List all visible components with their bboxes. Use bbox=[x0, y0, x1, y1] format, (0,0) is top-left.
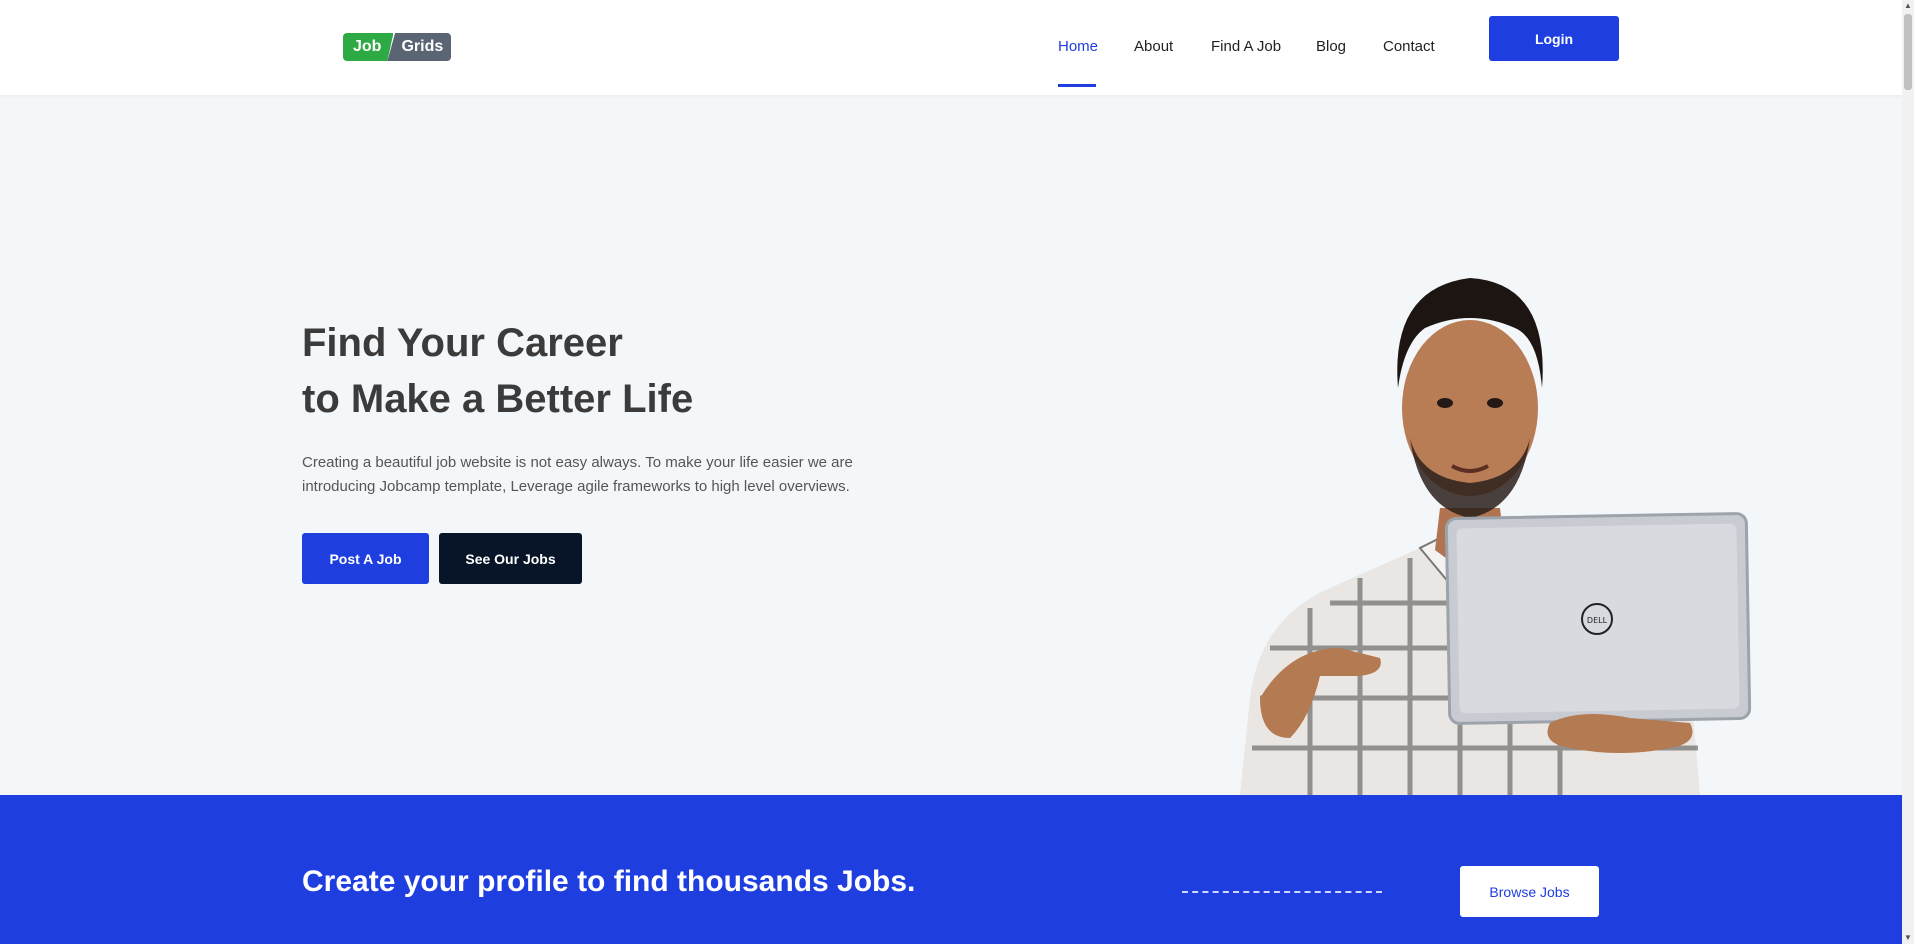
nav-item-home[interactable]: Home bbox=[1058, 38, 1098, 55]
logo-job-text: Job bbox=[343, 33, 394, 61]
hero-description: Creating a beautiful job website is not … bbox=[302, 454, 853, 495]
hero-person-with-laptop-image: DELL bbox=[1240, 278, 1752, 795]
scrollbar-thumb[interactable] bbox=[1904, 14, 1912, 90]
nav-item-blog[interactable]: Blog bbox=[1316, 38, 1346, 55]
see-our-jobs-button[interactable]: See Our Jobs bbox=[439, 533, 582, 584]
active-nav-indicator bbox=[1058, 84, 1096, 87]
login-button[interactable]: Login bbox=[1489, 16, 1619, 61]
cta-banner: Create your profile to find thousands Jo… bbox=[0, 795, 1902, 944]
hero-title-line-1: Find Your Career bbox=[302, 321, 623, 365]
svg-text:DELL: DELL bbox=[1587, 616, 1608, 625]
banner-dashed-divider bbox=[1182, 891, 1382, 893]
site-logo[interactable]: Job Grids bbox=[343, 33, 452, 61]
post-a-job-button[interactable]: Post A Job bbox=[302, 533, 429, 584]
logo-grids-text: Grids bbox=[387, 33, 452, 61]
laptop-graphic: DELL bbox=[1444, 512, 1752, 725]
hero-title-line-2: to Make a Better Life bbox=[302, 377, 694, 421]
page-scrollbar[interactable]: ▲ ▼ bbox=[1902, 0, 1914, 944]
scroll-up-arrow-icon[interactable]: ▲ bbox=[1902, 0, 1914, 12]
browse-jobs-button[interactable]: Browse Jobs bbox=[1460, 866, 1599, 917]
hero-title: Find Your Career to Make a Better Life bbox=[302, 315, 693, 427]
scroll-down-arrow-icon[interactable]: ▼ bbox=[1902, 932, 1914, 944]
nav-item-contact[interactable]: Contact bbox=[1383, 38, 1435, 55]
banner-title: Create your profile to find thousands Jo… bbox=[302, 865, 916, 898]
site-header: Job Grids Home About Find A Job Blog Con… bbox=[0, 0, 1902, 95]
nav-item-about[interactable]: About bbox=[1134, 38, 1173, 55]
nav-item-find-a-job[interactable]: Find A Job bbox=[1211, 38, 1281, 55]
